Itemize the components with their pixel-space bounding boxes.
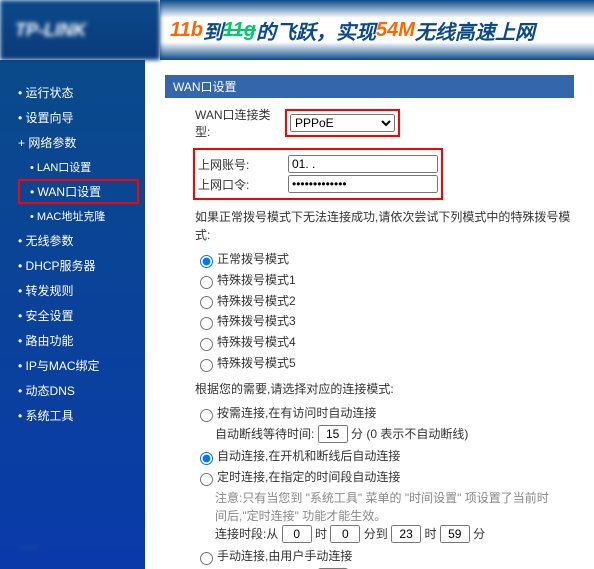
conn-type-label: WAN口连接类型:: [195, 106, 285, 140]
sidebar: • 运行状态 • 设置向导 + 网络参数 • LAN口设置 • WAN口设置 •…: [0, 60, 145, 569]
banner-leap: 的飞跃，实现: [256, 16, 376, 45]
t-end: 分: [473, 527, 485, 541]
timed-note-2: 间后,"定时连接" 功能才能生效。: [215, 507, 574, 525]
banner-wireless: 无线高速上网: [415, 16, 535, 45]
panel-title: WAN口设置: [165, 75, 574, 98]
dial-radio-3[interactable]: [200, 317, 213, 330]
t-sep1: 时: [315, 527, 327, 541]
dial-radio-5[interactable]: [200, 359, 213, 372]
timed-note-1: 注意:只有当您到 "系统工具" 菜单的 "时间设置" 项设置了当前时: [215, 489, 574, 507]
footer-text: ......: [20, 539, 38, 551]
dial-opt-1: 特殊拨号模式1: [217, 273, 296, 287]
dial-opt-3: 特殊拨号模式3: [217, 314, 296, 328]
t-sep3: 时: [424, 527, 436, 541]
banner-11b: 11b: [170, 19, 203, 42]
dial-desc: 如果正常拨号模式下无法连接成功,请依次尝试下列模式中的特殊拨号模式:: [195, 208, 574, 244]
sidebar-item-network[interactable]: + 网络参数: [0, 130, 145, 155]
sidebar-item-route[interactable]: • 路由功能: [0, 328, 145, 353]
sidebar-sub-wan-highlight: • WAN口设置: [18, 179, 139, 204]
sidebar-sub-mac[interactable]: • MAC地址克隆: [0, 204, 145, 228]
mode-auto: 自动连接,在开机和断线后自动连接: [217, 449, 400, 463]
mode-radio-manual[interactable]: [200, 552, 213, 565]
mode-manual: 手动连接,由用户手动连接: [217, 549, 352, 563]
sidebar-item-wireless[interactable]: • 无线参数: [0, 228, 145, 253]
sidebar-item-ddns[interactable]: • 动态DNS: [0, 378, 145, 403]
sidebar-item-status[interactable]: • 运行状态: [0, 80, 145, 105]
sidebar-item-forward[interactable]: • 转发规则: [0, 278, 145, 303]
dial-radio-2[interactable]: [200, 296, 213, 309]
banner: 11b 到 11g 的飞跃，实现 54M 无线高速上网: [160, 0, 594, 60]
idle-label: 自动断线等待时间:: [215, 427, 314, 441]
banner-11g: 11g: [223, 19, 256, 42]
banner-to: 到: [203, 16, 223, 45]
sidebar-sub-lan[interactable]: • LAN口设置: [0, 155, 145, 179]
time-from-m[interactable]: [330, 525, 360, 543]
sidebar-item-systools[interactable]: • 系统工具: [0, 403, 145, 428]
time-to-h[interactable]: [391, 525, 421, 543]
mode-ondemand: 按需连接,在有访问时自动连接: [217, 406, 376, 420]
dial-opt-2: 特殊拨号模式2: [217, 294, 296, 308]
header-bar: TP-LINK 11b 到 11g 的飞跃，实现 54M 无线高速上网: [0, 0, 594, 60]
pwd-input[interactable]: [288, 175, 438, 193]
sidebar-item-ipmac[interactable]: • IP与MAC绑定: [0, 353, 145, 378]
t-sep2: 分到: [364, 527, 388, 541]
timed-range-label: 连接时段:从: [215, 527, 278, 541]
mode-radio-auto[interactable]: [200, 452, 213, 465]
time-from-h[interactable]: [282, 525, 312, 543]
conn-type-highlight: PPPoE: [285, 109, 400, 137]
dial-opt-4: 特殊拨号模式4: [217, 335, 296, 349]
credentials-highlight: 上网账号: 上网口令:: [193, 148, 443, 200]
mode-radio-ondemand[interactable]: [200, 409, 213, 422]
idle-unit: 分 (0 表示不自动断线): [351, 427, 468, 441]
banner-54m: 54M: [376, 19, 415, 42]
mode-radio-timed[interactable]: [200, 473, 213, 486]
dial-radio-1[interactable]: [200, 276, 213, 289]
conn-mode-desc: 根据您的需要,请选择对应的连接模式:: [195, 380, 574, 398]
acct-label: 上网账号:: [198, 156, 288, 173]
acct-input[interactable]: [288, 155, 438, 173]
pwd-label: 上网口令:: [198, 176, 288, 193]
logo: TP-LINK: [0, 0, 160, 60]
dial-radio-4[interactable]: [200, 338, 213, 351]
sidebar-item-wizard[interactable]: • 设置向导: [0, 105, 145, 130]
sidebar-item-security[interactable]: • 安全设置: [0, 303, 145, 328]
idle-input[interactable]: [318, 425, 348, 443]
dial-opt-5: 特殊拨号模式5: [217, 356, 296, 370]
conn-type-select[interactable]: PPPoE: [290, 114, 395, 132]
content-panel: WAN口设置 WAN口连接类型: PPPoE 上网账号: 上网口令: 如果正常拨…: [145, 60, 594, 569]
time-to-m[interactable]: [440, 525, 470, 543]
dial-radio-normal[interactable]: [200, 255, 213, 268]
sidebar-item-dhcp[interactable]: • DHCP服务器: [0, 253, 145, 278]
sidebar-sub-wan[interactable]: • WAN口设置: [30, 185, 101, 199]
dial-opt-0: 正常拨号模式: [217, 252, 289, 266]
mode-timed: 定时连接,在指定的时间段自动连接: [217, 470, 400, 484]
